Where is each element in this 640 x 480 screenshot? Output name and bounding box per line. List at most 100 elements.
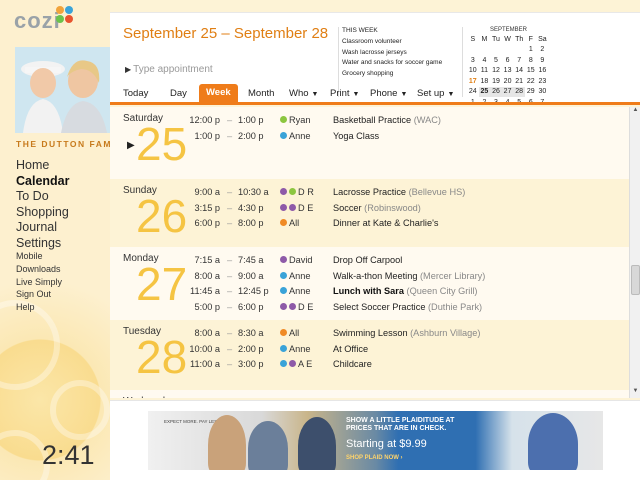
day-block-wednesday: Wednesday bbox=[110, 390, 629, 398]
mini-calendar-day[interactable]: 6 bbox=[502, 55, 514, 66]
family-photo[interactable] bbox=[15, 47, 110, 133]
event-attendees: D E bbox=[280, 302, 313, 312]
mini-calendar-day[interactable]: 5 bbox=[490, 55, 502, 66]
day-name: Wednesday bbox=[123, 396, 176, 398]
event-location: (Robinswood) bbox=[364, 202, 421, 213]
mini-calendar-day[interactable]: 7 bbox=[513, 55, 525, 66]
event-attendees: A E bbox=[280, 359, 312, 369]
event-start-time: 11:00 a bbox=[190, 359, 220, 369]
this-week-item[interactable]: Wash lacrosse jerseys bbox=[342, 48, 458, 59]
tab-print[interactable]: Print ▼ bbox=[330, 88, 359, 99]
tab-label: Phone bbox=[370, 88, 398, 99]
mini-calendar-day[interactable]: 15 bbox=[525, 66, 537, 77]
mini-calendar-day[interactable]: 2 bbox=[537, 45, 549, 56]
tab-who[interactable]: Who ▼ bbox=[289, 88, 318, 99]
mini-calendar-day[interactable]: 8 bbox=[525, 55, 537, 66]
weekday-label: F bbox=[528, 35, 533, 43]
agenda-scrollbar[interactable]: ▲ ▼ bbox=[629, 107, 640, 398]
nav-item-home[interactable]: Home bbox=[16, 158, 70, 174]
mini-calendar-day[interactable]: 3 bbox=[467, 55, 479, 66]
event-row[interactable]: 1:00 p –2:00 p Anne Yoga Class bbox=[110, 131, 629, 146]
event-attendees: David bbox=[280, 255, 313, 265]
event-row[interactable]: 10:00 a –2:00 p Anne At Office bbox=[110, 344, 629, 359]
event-row[interactable]: 11:45 a –12:45 p Anne Lunch with Sara (Quee… bbox=[110, 286, 629, 301]
nav-link-downloads[interactable]: Downloads bbox=[16, 263, 62, 276]
tab-month[interactable]: Month bbox=[248, 88, 274, 99]
weekday-label: Th bbox=[515, 35, 524, 43]
event-row[interactable]: 8:00 a –8:30 a All Swimming Lesson (Ashburn… bbox=[110, 328, 629, 343]
this-week-item[interactable]: Water and snacks for soccer game bbox=[342, 58, 458, 69]
nav-link-sign-out[interactable]: Sign Out bbox=[16, 288, 62, 301]
nav-item-shopping[interactable]: Shopping bbox=[16, 205, 70, 221]
type-appointment-input[interactable]: ▶ Type appointment bbox=[125, 64, 213, 75]
event-title-text: Lacrosse Practice bbox=[333, 187, 407, 197]
event-row[interactable]: 9:00 a –10:30 a D R Lacrosse Practice (Bell… bbox=[110, 187, 629, 202]
event-attendees: All bbox=[280, 218, 299, 228]
tab-label: Set up bbox=[417, 88, 445, 99]
event-row[interactable]: 8:00 a –9:00 a Anne Walk-a-thon Meeting (Me… bbox=[110, 271, 629, 286]
event-attendees: All bbox=[280, 328, 299, 338]
person-color-dot-icon bbox=[280, 329, 287, 336]
event-row[interactable]: 3:15 p –4:30 p D E Soccer (Robinswood) bbox=[110, 203, 629, 218]
mini-calendar-day[interactable]: 16 bbox=[537, 66, 549, 77]
chevron-down-icon: ▼ bbox=[352, 91, 360, 98]
mini-calendar-day[interactable]: 12 bbox=[490, 66, 502, 77]
tab-day[interactable]: Day bbox=[170, 88, 187, 99]
event-end-time: 4:30 p bbox=[238, 202, 264, 213]
nav-item-calendar[interactable]: Calendar bbox=[16, 174, 70, 190]
mini-calendar-week: 12 bbox=[467, 45, 548, 56]
tab-label: Who bbox=[289, 88, 309, 99]
nav-link-mobile[interactable]: Mobile bbox=[16, 250, 62, 263]
event-attendees: Ryan bbox=[280, 115, 310, 125]
tab-set-up[interactable]: Set up ▼ bbox=[417, 88, 454, 99]
mini-calendar-week: 3456789 bbox=[467, 55, 548, 66]
this-week-item[interactable]: Classroom volunteer bbox=[342, 37, 458, 48]
nav-item-journal[interactable]: Journal bbox=[16, 220, 70, 236]
event-start-time: 11:45 a bbox=[190, 286, 220, 296]
mini-calendar-day[interactable]: 4 bbox=[479, 55, 491, 66]
tab-today[interactable]: Today bbox=[123, 88, 148, 99]
mini-calendar-empty bbox=[467, 45, 479, 56]
time-separator: – bbox=[227, 301, 233, 312]
person-color-dot-icon bbox=[280, 131, 287, 139]
time-separator: – bbox=[227, 115, 233, 125]
event-row[interactable]: 12:00 p –1:00 p Ryan Basketball Practice (W… bbox=[110, 115, 629, 130]
event-end-time: 6:00 p bbox=[238, 301, 264, 312]
mini-calendar-day[interactable]: 11 bbox=[479, 66, 491, 77]
person-color-dot-icon bbox=[280, 302, 287, 310]
cozi-logo[interactable]: cozi bbox=[14, 6, 73, 34]
event-start-time: 8:00 a bbox=[194, 270, 220, 281]
mini-calendar-day[interactable]: 13 bbox=[502, 66, 514, 77]
mini-calendar-day[interactable]: 10 bbox=[467, 66, 479, 77]
tab-week[interactable]: Week bbox=[199, 84, 238, 105]
event-title-text: Childcare bbox=[333, 359, 372, 369]
event-row[interactable]: 6:00 p –8:00 p All Dinner at Kate & Charlie… bbox=[110, 218, 629, 233]
scroll-thumb[interactable] bbox=[631, 265, 640, 295]
event-row[interactable]: 7:15 a –7:45 a David Drop Off Carpool bbox=[110, 255, 629, 270]
nav-item-settings[interactable]: Settings bbox=[16, 236, 70, 252]
ad-shop-link[interactable]: SHOP PLAID NOW › bbox=[346, 455, 403, 461]
event-start-time: 6:00 p bbox=[194, 218, 220, 228]
nav-link-help[interactable]: Help bbox=[16, 301, 62, 314]
tab-phone[interactable]: Phone ▼ bbox=[370, 88, 407, 99]
ad-price: Starting at $9.99 bbox=[346, 438, 427, 450]
banner-ad[interactable]: EXPECT MORE. PAY LESS. SHOW A LITTLE PLA… bbox=[148, 411, 603, 470]
person-color-dot-icon bbox=[280, 203, 287, 211]
attendee-label: Anne bbox=[289, 130, 311, 141]
mini-calendar-day[interactable]: 14 bbox=[513, 66, 525, 77]
person-color-dot-icon bbox=[280, 188, 287, 195]
scroll-up-icon[interactable]: ▲ bbox=[631, 107, 640, 117]
decor-bubble bbox=[50, 380, 110, 440]
scroll-down-icon[interactable]: ▼ bbox=[631, 388, 640, 398]
event-row[interactable]: 5:00 p –6:00 p D E Select Soccer Practice (… bbox=[110, 302, 629, 317]
tab-label: Month bbox=[248, 88, 275, 99]
nav-item-to-do[interactable]: To Do bbox=[16, 189, 70, 205]
mini-calendar-day[interactable]: 1 bbox=[525, 45, 537, 56]
event-title-text: Swimming Lesson bbox=[333, 328, 408, 338]
mini-calendar-day[interactable]: 9 bbox=[537, 55, 549, 66]
this-week-item[interactable]: Grocery shopping bbox=[342, 69, 458, 80]
event-end-time: 3:00 p bbox=[238, 359, 264, 369]
attendee-label: Ryan bbox=[289, 115, 311, 125]
event-row[interactable]: 11:00 a –3:00 p A E Childcare bbox=[110, 359, 629, 374]
nav-link-live-simply[interactable]: Live Simply bbox=[16, 276, 62, 289]
